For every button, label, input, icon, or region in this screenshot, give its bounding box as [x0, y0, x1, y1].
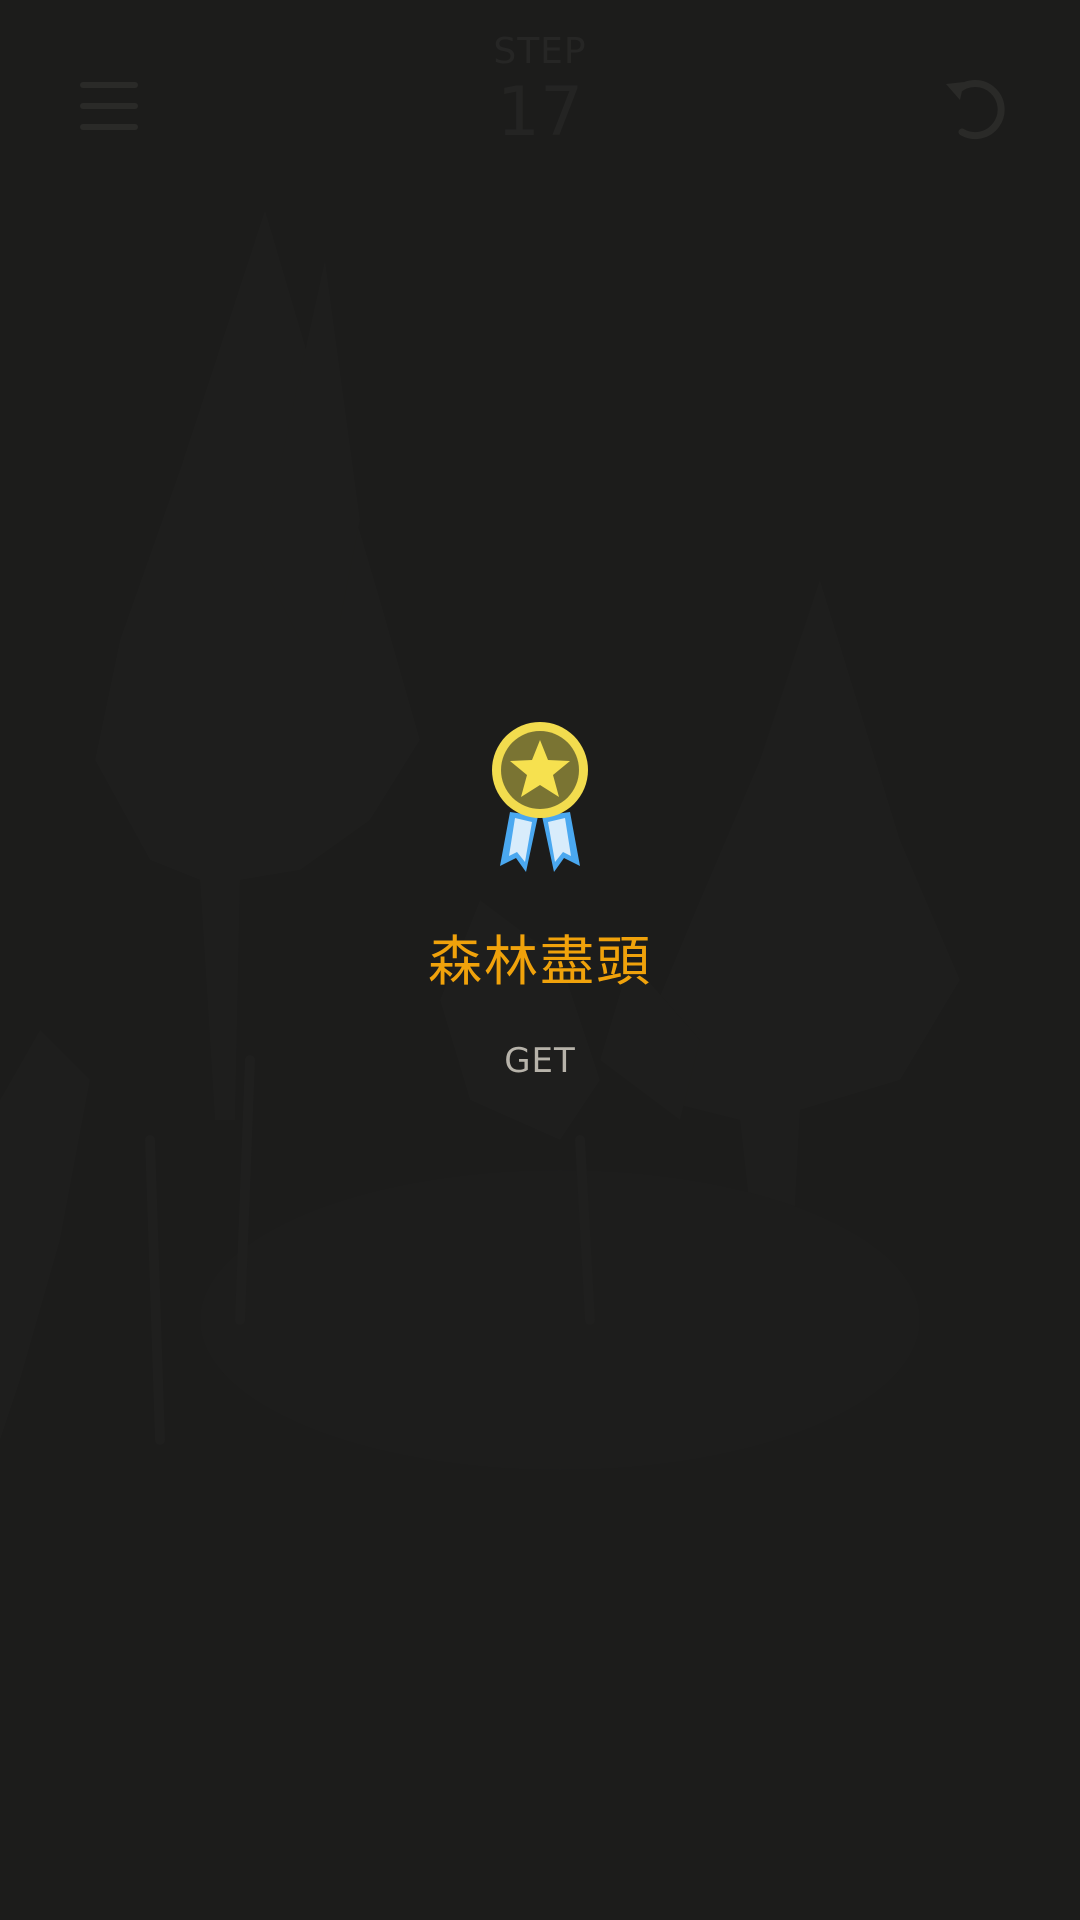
- step-counter: STEP 17: [440, 30, 640, 152]
- achievement-status: GET: [504, 1041, 576, 1081]
- step-value: 17: [496, 73, 584, 152]
- undo-arrow-icon[interactable]: [940, 76, 1012, 142]
- medal-star-icon: [492, 722, 588, 872]
- top-bar: STEP 17: [0, 0, 1080, 180]
- hamburger-menu-icon[interactable]: [80, 82, 138, 130]
- achievement-popup[interactable]: 森林盡頭 GET: [0, 720, 1080, 1082]
- achievement-title: 森林盡頭: [428, 930, 652, 993]
- step-label: STEP: [493, 31, 587, 72]
- game-screen: STEP 17 森林盡頭 GET: [0, 0, 1080, 1920]
